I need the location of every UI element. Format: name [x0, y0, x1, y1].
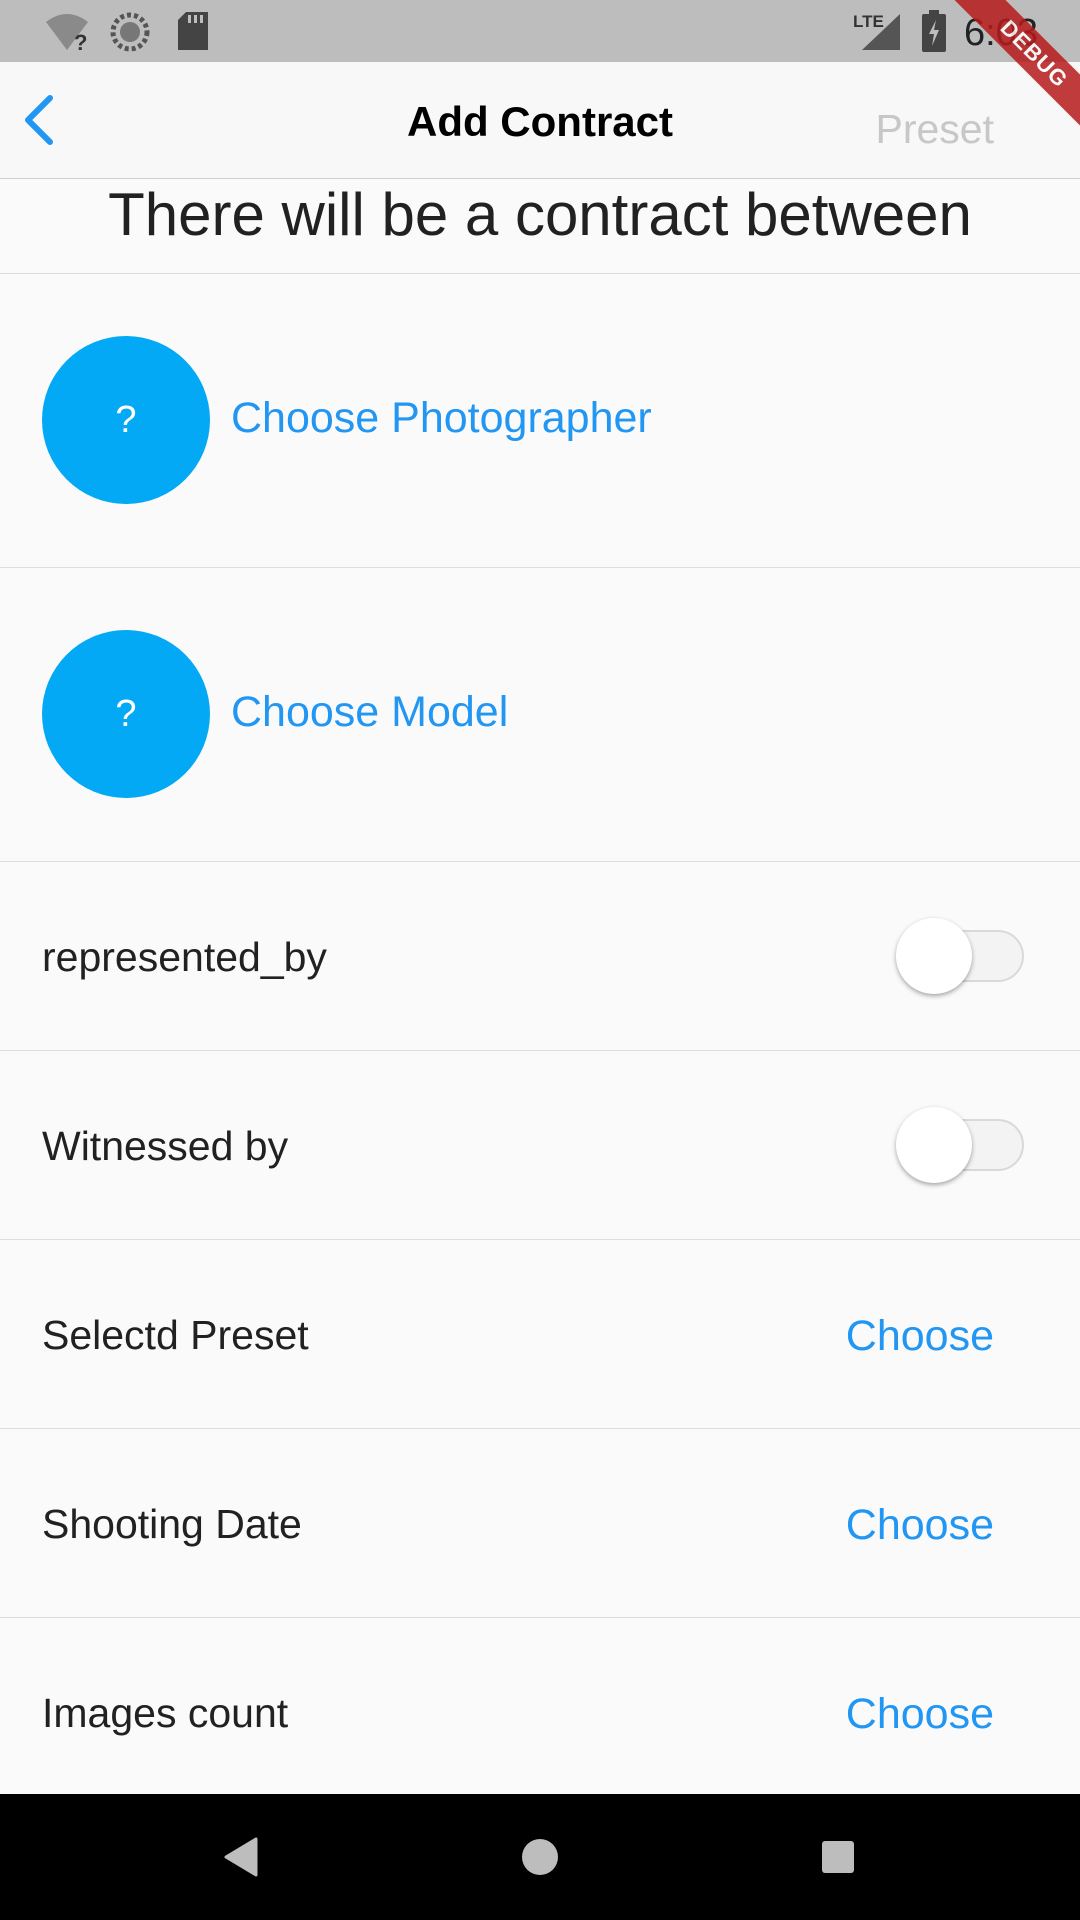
witnessed-by-label: Witnessed by	[42, 1123, 289, 1169]
shooting-date-label: Shooting Date	[42, 1501, 302, 1547]
photographer-avatar[interactable]: ?	[42, 336, 210, 504]
selected-preset-label: Selectd Preset	[42, 1312, 309, 1358]
images-count-label: Images count	[42, 1690, 289, 1736]
wifi-unknown-icon: ?	[46, 14, 88, 52]
preset-button[interactable]: Preset	[876, 106, 995, 153]
home-circle-icon	[522, 1839, 558, 1875]
status-bar: ? LTE 6:03	[0, 0, 1080, 62]
app-bar: Add Contract Preset	[0, 62, 1080, 179]
model-avatar[interactable]: ?	[42, 630, 210, 798]
screen: ? LTE 6:03 DEBUG Add Con	[0, 0, 1080, 1920]
witnessed-by-row: Witnessed by	[0, 1051, 1080, 1239]
sd-card-icon	[178, 12, 208, 50]
represented-by-label: represented_by	[42, 934, 327, 980]
sync-icon	[110, 12, 150, 52]
nav-recents-button[interactable]	[808, 1827, 868, 1887]
nav-back-button[interactable]	[212, 1827, 272, 1887]
svg-text:?: ?	[74, 30, 87, 52]
selected-preset-row: Selectd Preset Choose	[0, 1240, 1080, 1428]
choose-model-label[interactable]: Choose Model	[231, 688, 508, 737]
nav-home-button[interactable]	[510, 1827, 570, 1887]
toggle-thumb	[896, 918, 972, 994]
represented-by-toggle[interactable]	[896, 918, 1026, 994]
represented-by-row: represented_by	[0, 862, 1080, 1050]
images-count-row: Images count Choose	[0, 1618, 1080, 1806]
recents-square-icon	[822, 1841, 854, 1873]
intro-text: There will be a contract between	[108, 181, 972, 248]
choose-images-count-button[interactable]: Choose	[846, 1690, 994, 1739]
choose-model-row[interactable]: ? Choose Model	[0, 568, 1080, 862]
toggle-thumb	[896, 1107, 972, 1183]
choose-date-button[interactable]: Choose	[846, 1501, 994, 1550]
choose-photographer-row[interactable]: ? Choose Photographer	[0, 274, 1080, 568]
back-triangle-icon	[224, 1837, 258, 1877]
choose-preset-button[interactable]: Choose	[846, 1312, 994, 1361]
choose-photographer-label[interactable]: Choose Photographer	[231, 394, 652, 443]
lte-signal-icon	[862, 14, 900, 50]
witnessed-by-toggle[interactable]	[896, 1107, 1026, 1183]
battery-charging-icon	[922, 10, 946, 52]
shooting-date-row: Shooting Date Choose	[0, 1429, 1080, 1617]
navigation-bar	[0, 1794, 1080, 1920]
